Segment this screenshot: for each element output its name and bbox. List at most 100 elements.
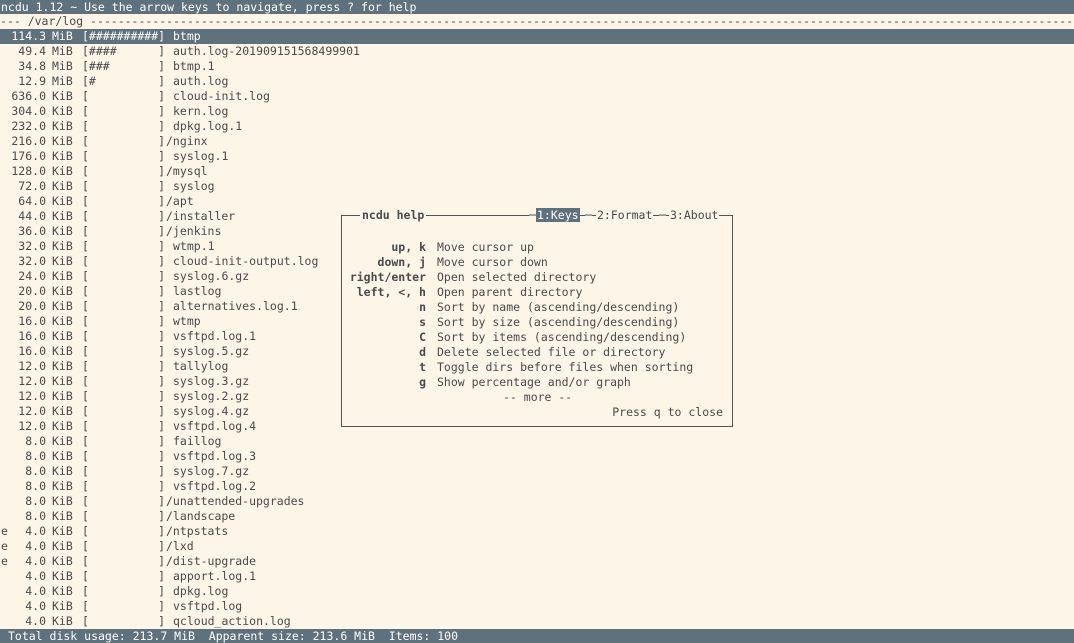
row-name: syslog.1 (173, 149, 229, 163)
help-key-description: Toggle dirs before files when sorting (437, 360, 694, 374)
help-more-indicator[interactable]: -- more -- (503, 390, 572, 404)
file-row[interactable]: 114.3 MiB [##########] btmp (0, 29, 1074, 44)
row-name: apport.log.1 (173, 569, 257, 583)
row-usage-graph: [ ] (82, 119, 166, 133)
row-size-unit: KiB (52, 524, 73, 538)
row-size-unit: KiB (52, 494, 73, 508)
tab-about[interactable]: 3:About (669, 208, 720, 222)
directory-row[interactable]: e 4.0 KiB[ ]/ntpstats (0, 524, 1074, 539)
help-key: n (419, 300, 426, 314)
directory-row[interactable]: 8.0 KiB [ ]/landscape (0, 509, 1074, 524)
row-name: syslog.7.gz (173, 464, 250, 478)
row-size-unit: KiB (52, 569, 73, 583)
file-row[interactable]: 232.0 KiB [ ] dpkg.log.1 (0, 119, 1074, 134)
row-name: vsftpd.log (173, 599, 243, 613)
help-key: g (419, 375, 426, 389)
row-size-unit: KiB (52, 614, 73, 628)
row-usage-graph: [ ] (82, 404, 166, 418)
row-usage-graph: [#### ] (82, 44, 166, 58)
file-row[interactable]: 8.0 KiB [ ] syslog.7.gz (0, 464, 1074, 479)
row-usage-graph: [ ] (82, 209, 166, 223)
help-key-row: C Sort by items (ascending/descending) (342, 330, 732, 345)
row-size-unit: KiB (52, 389, 73, 403)
directory-row[interactable]: 8.0 KiB [ ]/unattended-upgrades (0, 494, 1074, 509)
row-usage-graph: [ ] (82, 599, 166, 613)
file-row[interactable]: 4.0 KiB [ ] apport.log.1 (0, 569, 1074, 584)
row-size: 12.0 (18, 359, 46, 373)
row-name: lastlog (173, 284, 222, 298)
row-size: 8.0 (25, 494, 46, 508)
row-usage-graph: [ ] (82, 464, 166, 478)
help-key-row: right/enter Open selected directory (342, 270, 732, 285)
directory-row[interactable]: 64.0 KiB [ ]/apt (0, 194, 1074, 209)
help-key-description: Show percentage and/or graph (437, 375, 631, 389)
row-size-unit: KiB (52, 134, 73, 148)
row-size: 4.0 (25, 614, 46, 628)
row-name: auth.log-201909151568499901 (173, 44, 360, 58)
file-row[interactable]: 8.0 KiB [ ] vsftpd.log.2 (0, 479, 1074, 494)
row-size: 176.0 (11, 149, 46, 163)
file-row[interactable]: 4.0 KiB [ ] dpkg.log (0, 584, 1074, 599)
row-size-unit: KiB (52, 119, 73, 133)
row-size-unit: KiB (52, 269, 73, 283)
row-usage-graph: [ ] (82, 344, 166, 358)
row-size: 8.0 (25, 509, 46, 523)
row-size-unit: KiB (52, 164, 73, 178)
file-row[interactable]: 304.0 KiB [ ] kern.log (0, 104, 1074, 119)
row-size: 304.0 (11, 104, 46, 118)
directory-row[interactable]: 128.0 KiB [ ]/mysql (0, 164, 1074, 179)
row-size: 8.0 (25, 479, 46, 493)
directory-row[interactable]: 216.0 KiB [ ]/nginx (0, 134, 1074, 149)
tab-format[interactable]: 2:Format (596, 208, 654, 222)
help-key-row: n Sort by name (ascending/descending) (342, 300, 732, 315)
row-name: wtmp.1 (173, 239, 215, 253)
file-row[interactable]: 176.0 KiB [ ] syslog.1 (0, 149, 1074, 164)
help-key: right/enter (349, 270, 426, 284)
row-name: vsftpd.log.2 (173, 479, 257, 493)
row-usage-graph: [ ] (82, 89, 166, 103)
row-size-unit: KiB (52, 179, 73, 193)
help-key-description: Move cursor up (437, 240, 534, 254)
help-key-row: s Sort by size (ascending/descending) (342, 315, 732, 330)
row-usage-graph: [ ] (82, 359, 166, 373)
help-key-row: up, k Move cursor up (342, 240, 732, 255)
row-size: 216.0 (11, 134, 46, 148)
row-size: 34.8 (18, 59, 46, 73)
row-size-unit: KiB (52, 284, 73, 298)
row-usage-graph: [ ] (82, 164, 166, 178)
row-usage-graph: [ ] (82, 269, 166, 283)
directory-row[interactable]: e 4.0 KiB[ ]/dist-upgrade (0, 554, 1074, 569)
row-size: 4.0 (25, 554, 46, 568)
row-name: btmp.1 (173, 59, 215, 73)
row-size-unit: KiB (52, 419, 73, 433)
directory-row[interactable]: e 4.0 KiB[ ]/lxd (0, 539, 1074, 554)
row-size: 114.3 (11, 29, 46, 43)
row-name: syslog.3.gz (173, 374, 250, 388)
file-row[interactable]: 34.8 MiB [### ] btmp.1 (0, 59, 1074, 74)
file-row[interactable]: 8.0 KiB [ ] faillog (0, 434, 1074, 449)
row-name: kern.log (173, 104, 229, 118)
tab-separator: ─ (585, 208, 592, 222)
row-size-unit: KiB (52, 374, 73, 388)
row-size: 44.0 (18, 209, 46, 223)
tab-keys[interactable]: 1:Keys (536, 208, 580, 222)
row-usage-graph: [ ] (82, 614, 166, 628)
file-row[interactable]: 72.0 KiB [ ] syslog (0, 179, 1074, 194)
row-size-unit: KiB (52, 224, 73, 238)
row-size: 12.0 (18, 389, 46, 403)
file-row[interactable]: 8.0 KiB [ ] vsftpd.log.3 (0, 449, 1074, 464)
row-usage-graph: [ ] (82, 149, 166, 163)
row-size: 12.0 (18, 374, 46, 388)
file-row[interactable]: 636.0 KiB [ ] cloud-init.log (0, 89, 1074, 104)
file-row[interactable]: 4.0 KiB [ ] vsftpd.log (0, 599, 1074, 614)
row-size: 72.0 (18, 179, 46, 193)
file-row[interactable]: 12.9 MiB [# ] auth.log (0, 74, 1074, 89)
row-usage-graph: [ ] (82, 179, 166, 193)
row-name: syslog.2.gz (173, 389, 250, 403)
row-size-unit: KiB (52, 599, 73, 613)
file-row[interactable]: 4.0 KiB [ ] qcloud_action.log (0, 614, 1074, 629)
row-usage-graph: [ ] (82, 569, 166, 583)
help-key-row: g Show percentage and/or graph (342, 375, 732, 390)
file-row[interactable]: 49.4 MiB [#### ] auth.log-20190915156849990… (0, 44, 1074, 59)
help-key-description: Sort by name (ascending/descending) (437, 300, 680, 314)
